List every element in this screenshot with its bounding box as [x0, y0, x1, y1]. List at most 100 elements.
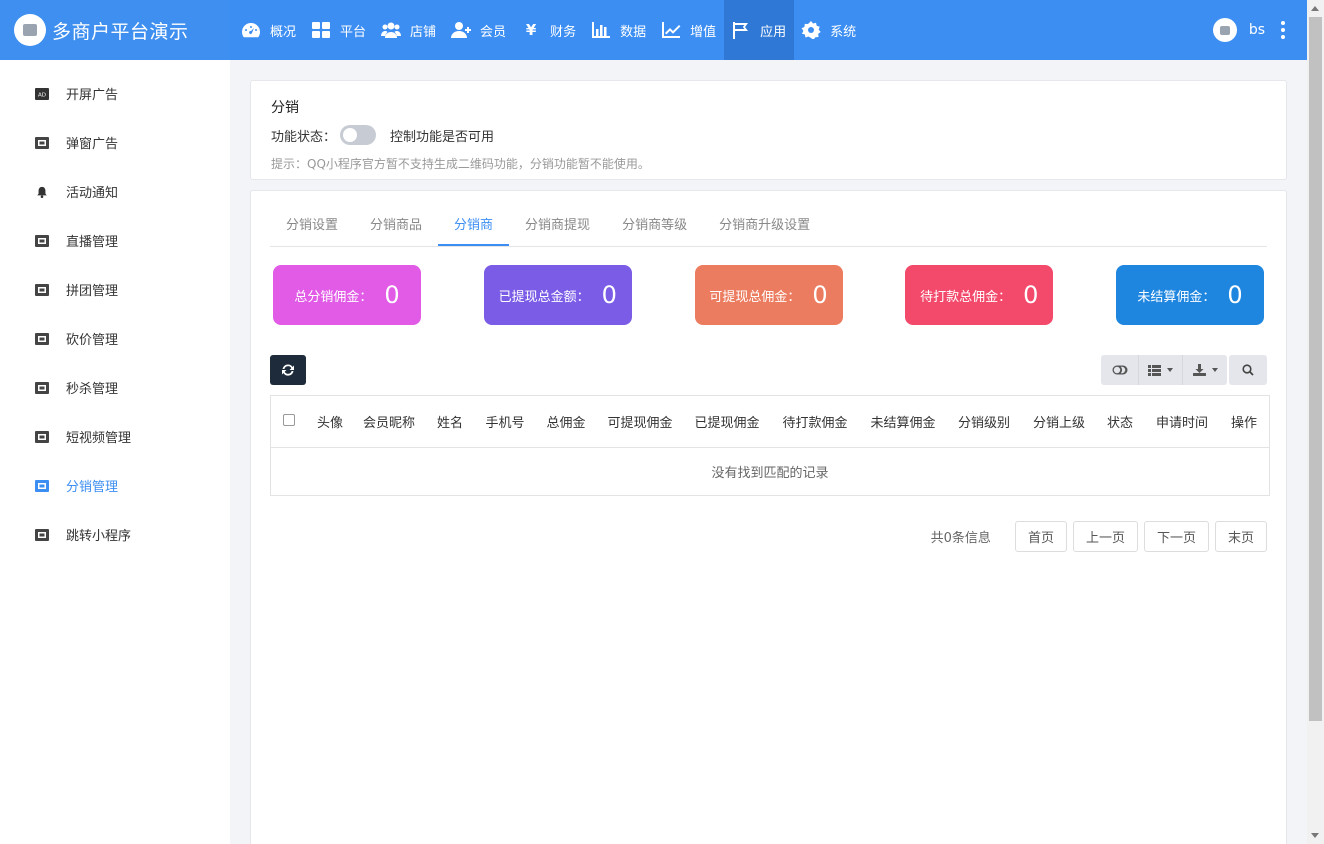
scroll-up-icon[interactable]: [1311, 6, 1319, 11]
line-chart-icon: [660, 20, 682, 40]
nav-item-apps[interactable]: 应用: [724, 0, 795, 60]
refresh-button[interactable]: [270, 355, 306, 385]
users-icon: [380, 20, 402, 40]
user-plus-icon: [450, 20, 472, 40]
avatar[interactable]: [1212, 18, 1237, 42]
stat-value: 0: [384, 281, 400, 309]
feature-title: 分销: [271, 100, 299, 116]
search-button[interactable]: [1229, 355, 1267, 385]
sidebar-item-label: 弹窗广告: [66, 137, 119, 152]
more-vertical-icon[interactable]: [1281, 21, 1285, 39]
column-header[interactable]: 分销级别: [947, 412, 1021, 431]
grid-icon: [310, 20, 332, 40]
sidebar-item-groupbuy[interactable]: 拼团管理: [0, 265, 230, 314]
tab-distribution-products[interactable]: 分销商品: [354, 207, 438, 246]
tab-upgrade-settings[interactable]: 分销商升级设置: [703, 207, 826, 246]
column-header[interactable]: 已提现佣金: [683, 412, 771, 431]
tab-distributor-withdrawals[interactable]: 分销商提现: [509, 207, 606, 246]
stats-row: 总分销佣金： 0 已提现总金额： 0 可提现总佣金： 0 待打款总佣金： 0 未…: [270, 265, 1267, 325]
column-header[interactable]: 操作: [1221, 412, 1267, 431]
first-page-button[interactable]: 首页: [1014, 521, 1067, 552]
column-header[interactable]: 可提现佣金: [597, 412, 683, 431]
nav-item-data[interactable]: 数据: [584, 0, 654, 60]
nav-item-overview[interactable]: 概况: [234, 0, 304, 60]
tab-distribution-settings[interactable]: 分销设置: [270, 207, 354, 246]
nav-label: 应用: [760, 24, 787, 40]
yen-icon: ¥: [525, 21, 537, 39]
column-header[interactable]: 总佣金: [535, 412, 597, 431]
columns-button[interactable]: [1139, 355, 1183, 385]
sidebar-item-flashsale[interactable]: 秒杀管理: [0, 363, 230, 412]
column-header[interactable]: 状态: [1097, 412, 1143, 431]
list-icon: [1148, 364, 1161, 376]
column-header[interactable]: 未结算佣金: [859, 412, 947, 431]
nav-item-addon[interactable]: 增值: [654, 0, 724, 60]
table-tools: [1101, 355, 1267, 385]
stat-value: 0: [1023, 281, 1039, 309]
ad-screen-icon: [35, 528, 49, 541]
svg-text:AD: AD: [38, 92, 46, 98]
distributor-card: 分销设置 分销商品 分销商 分销商提现 分销商等级 分销商升级设置 总分销佣金：…: [250, 190, 1287, 844]
next-page-button[interactable]: 下一页: [1143, 521, 1209, 552]
nav-item-platform[interactable]: 平台: [304, 0, 374, 60]
sidebar-item-splash-ad[interactable]: AD 开屏广告: [0, 69, 230, 118]
sidebar-item-label: 活动通知: [66, 186, 119, 201]
vertical-scrollbar[interactable]: [1307, 0, 1324, 844]
nav-item-finance[interactable]: ¥ 财务: [514, 0, 584, 60]
feature-toggle[interactable]: [340, 125, 377, 145]
sidebar-item-live[interactable]: 直播管理: [0, 216, 230, 265]
sidebar-item-label: 跳转小程序: [66, 529, 132, 544]
column-header[interactable]: 会员昵称: [353, 412, 425, 431]
sidebar-item-shortvideo[interactable]: 短视频管理: [0, 412, 230, 461]
column-header[interactable]: 手机号: [475, 412, 535, 431]
export-button[interactable]: [1183, 355, 1227, 385]
ad-screen-icon: [35, 283, 49, 296]
ad-screen-icon: [35, 136, 49, 149]
toggle-view-button[interactable]: [1101, 355, 1139, 385]
feature-card: 分销 功能状态： 控制功能是否可用 提示：QQ小程序官方暂不支持生成二维码功能，…: [250, 80, 1287, 180]
gear-icon: [800, 20, 822, 40]
toggle-description: 控制功能是否可用: [390, 129, 495, 145]
last-page-button[interactable]: 末页: [1214, 521, 1267, 552]
nav-label: 财务: [550, 24, 577, 40]
stat-label: 未结算佣金：: [1137, 289, 1216, 305]
column-header[interactable]: 分销上级: [1021, 412, 1097, 431]
sidebar-item-notice[interactable]: 活动通知: [0, 167, 230, 216]
ad-screen-icon: [35, 381, 49, 394]
column-header[interactable]: 待打款佣金: [771, 412, 859, 431]
nav-item-system[interactable]: 系统: [794, 0, 864, 60]
feature-status-row: 功能状态： 控制功能是否可用: [271, 125, 1266, 145]
ad-screen-icon: [35, 430, 49, 443]
chevron-down-icon: [1211, 368, 1218, 372]
pagination: 共0条信息 首页 上一页 下一页 末页: [270, 521, 1267, 552]
brand[interactable]: 多商户平台演示: [0, 0, 230, 60]
nav-item-shop[interactable]: 店铺: [374, 0, 444, 60]
scrollbar-thumb[interactable]: [1309, 17, 1322, 721]
stat-pending-payout: 待打款总佣金： 0: [905, 265, 1054, 325]
app-title: 多商户平台演示: [52, 20, 189, 43]
nav-label: 会员: [480, 24, 507, 40]
sidebar-item-label: 砍价管理: [66, 333, 119, 348]
user-menu[interactable]: bs: [1212, 0, 1285, 60]
sidebar-item-miniprogram[interactable]: 跳转小程序: [0, 510, 230, 559]
logo: [14, 14, 46, 46]
prev-page-button[interactable]: 上一页: [1072, 521, 1138, 552]
stat-withdrawn-total: 已提现总金额： 0: [483, 265, 632, 325]
column-header[interactable]: 姓名: [425, 412, 475, 431]
sidebar-item-popup-ad[interactable]: 弹窗广告: [0, 118, 230, 167]
tab-distributor-levels[interactable]: 分销商等级: [606, 207, 703, 246]
sidebar-item-bargain[interactable]: 砍价管理: [0, 314, 230, 363]
sidebar-item-distribution[interactable]: 分销管理: [0, 461, 230, 510]
column-header[interactable]: 头像: [307, 412, 353, 431]
nav-item-member[interactable]: 会员: [444, 0, 514, 60]
toggle-view-icon: [1112, 365, 1127, 375]
select-all-checkbox[interactable]: [283, 413, 295, 426]
table-toolbar: [270, 355, 1267, 385]
tab-distributors[interactable]: 分销商: [438, 207, 510, 246]
ad-screen-icon: [35, 332, 49, 345]
chevron-down-icon: [1167, 368, 1173, 372]
user-name[interactable]: bs: [1249, 22, 1265, 38]
scroll-down-icon[interactable]: [1311, 833, 1319, 838]
select-all-cell: [271, 413, 307, 430]
column-header[interactable]: 申请时间: [1143, 412, 1221, 431]
